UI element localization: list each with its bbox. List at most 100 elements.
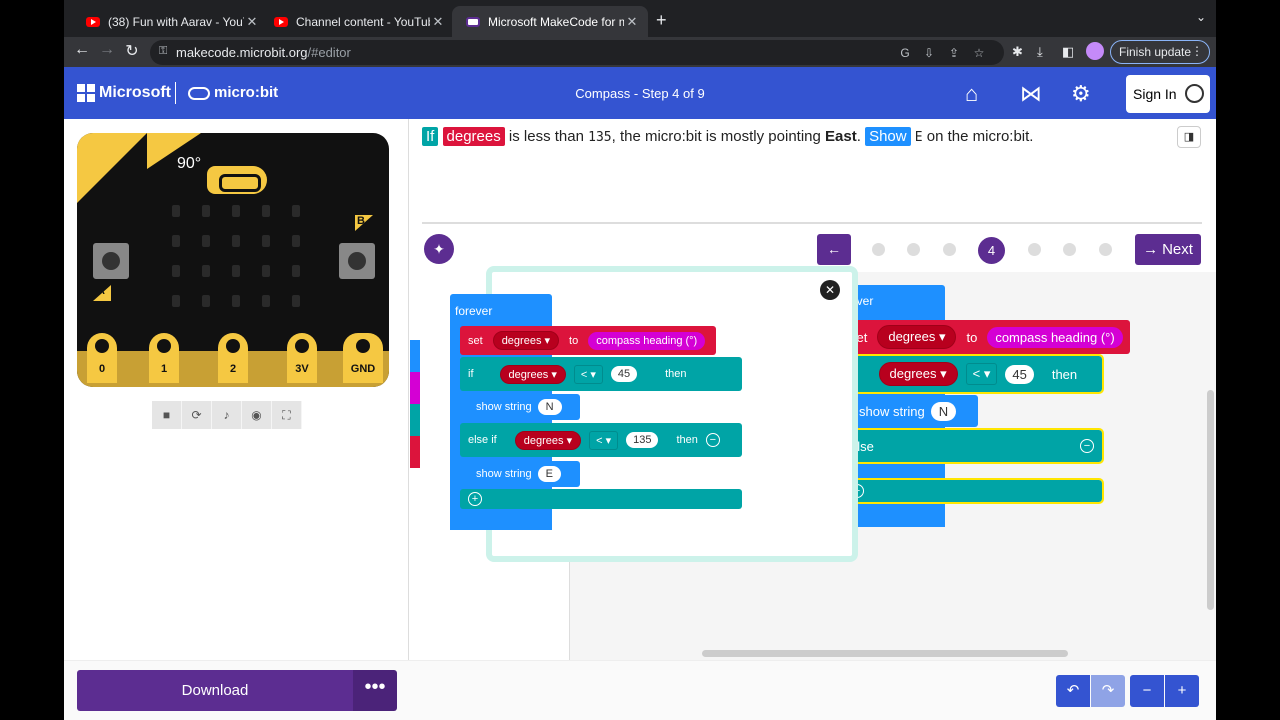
board-corner — [77, 133, 147, 203]
redo-icon[interactable]: ↷ — [1091, 675, 1125, 707]
step-dot[interactable] — [943, 243, 956, 256]
touch-logo[interactable] — [207, 166, 267, 194]
vertical-scrollbar[interactable] — [1207, 390, 1214, 610]
sign-in-button[interactable]: Sign In — [1126, 75, 1210, 113]
pin-2[interactable]: 2 — [218, 333, 248, 383]
hint-if-block: if degrees ▾ < ▾ 45 then — [460, 357, 742, 391]
downloads-icon[interactable]: ⤓ — [1037, 44, 1043, 60]
next-step-button[interactable]: → Next — [1135, 234, 1201, 265]
bookmark-star-icon[interactable]: ☆ — [972, 46, 986, 60]
forever-label: forever — [455, 304, 493, 318]
tutorial-title: Compass - Step 4 of 9 — [64, 86, 1216, 101]
settings-gear-icon[interactable]: ⚙ — [1071, 81, 1091, 107]
microbit-simulator-board[interactable]: 90° A B 0 1 2 3V GND — [77, 133, 389, 387]
share-icon[interactable]: ⇪ — [947, 46, 961, 60]
google-lens-icon[interactable]: G — [898, 46, 912, 60]
instruction-value: 135 — [588, 130, 612, 145]
set-variable-block[interactable]: set degrees ▾ to compass heading (°) — [842, 320, 1130, 354]
set-label: set — [468, 334, 483, 347]
pin-0[interactable]: 0 — [87, 333, 117, 383]
if-label: if — [468, 368, 474, 380]
variable-dropdown[interactable]: degrees ▾ — [877, 325, 957, 349]
tab-title: Channel content - YouTube Studio — [296, 14, 430, 29]
step-dot[interactable] — [1063, 243, 1076, 256]
remove-else-icon[interactable]: − — [1080, 439, 1094, 453]
mute-icon[interactable]: ♪ — [212, 401, 242, 429]
then-label: then — [665, 368, 687, 380]
title-separator: - — [633, 86, 639, 101]
back-icon[interactable]: ← — [72, 41, 92, 59]
hint-lightbulb-icon[interactable]: ✦ — [424, 234, 454, 264]
else-section[interactable]: else − — [840, 428, 1104, 464]
add-else-icon: + — [468, 492, 482, 506]
immersive-reader-icon[interactable]: ◨ — [1177, 126, 1201, 148]
new-tab-button[interactable]: + — [656, 10, 667, 31]
instruction-letter: E — [914, 130, 923, 145]
next-label: Next — [1162, 241, 1193, 258]
site-info-icon[interactable]: ⚿ — [159, 45, 167, 58]
stop-icon[interactable]: ■ — [152, 401, 182, 429]
if-block-footer: + — [840, 478, 1104, 504]
undo-icon[interactable]: ↶ — [1056, 675, 1090, 707]
show-string-block[interactable]: show string N — [853, 395, 978, 427]
remove-else-if-icon: − — [705, 433, 720, 447]
variable-dropdown[interactable]: degrees ▾ — [878, 362, 958, 386]
hint-if-footer: + — [460, 489, 742, 509]
reload-icon[interactable]: ↻ — [122, 41, 142, 61]
tab-search-icon[interactable]: ⌄ — [1196, 10, 1206, 24]
fullscreen-icon[interactable]: ⛶ — [272, 401, 302, 429]
extensions-icon[interactable]: ✱ — [1012, 44, 1023, 60]
toolbox-category-basic[interactable] — [410, 340, 420, 372]
toolbox-category-input[interactable] — [410, 372, 420, 404]
comparison-operator[interactable]: < ▾ — [965, 363, 998, 385]
instruction-direction: East — [825, 128, 857, 145]
close-tab-icon[interactable]: ✕ — [430, 14, 446, 30]
hint-show-string-block: show string E — [470, 461, 580, 487]
horizontal-scrollbar[interactable] — [702, 650, 1068, 657]
variable-tag: degrees — [442, 127, 505, 146]
download-button[interactable]: Download — [77, 670, 353, 711]
side-panel-icon[interactable]: ◧ — [1062, 44, 1074, 60]
if-else-block[interactable]: if degrees ▾ < ▾ 45 then — [840, 354, 1104, 394]
compass-heading-block[interactable]: compass heading (°) — [987, 326, 1123, 348]
browser-tab-makecode[interactable]: Microsoft MakeCode for micro:bit ✕ — [452, 6, 648, 37]
next-arrow-icon: → — [1143, 241, 1159, 258]
string-input[interactable]: N — [930, 401, 957, 421]
button-a[interactable] — [93, 243, 129, 279]
close-hint-icon[interactable]: ✕ — [820, 280, 840, 300]
close-tab-icon[interactable]: ✕ — [244, 14, 260, 30]
step-dot[interactable] — [1099, 243, 1112, 256]
previous-step-button[interactable]: ← — [817, 234, 851, 265]
current-step-indicator[interactable]: 4 — [978, 237, 1005, 264]
pin-1[interactable]: 1 — [149, 333, 179, 383]
chrome-menu-icon: ⋮ — [1191, 44, 1203, 58]
address-bar[interactable]: ⚿ makecode.microbit.org/#editor G ⇩ ⇪ ☆ — [150, 40, 1004, 65]
screenshot-icon[interactable]: ◉ — [242, 401, 272, 429]
toolbox-category-variables[interactable] — [410, 436, 420, 468]
finish-update-button[interactable]: Finish update ⋮ — [1110, 40, 1210, 64]
install-app-icon[interactable]: ⇩ — [922, 46, 936, 60]
show-string-label: show string — [476, 468, 532, 480]
makecode-icon — [466, 16, 480, 27]
restart-icon[interactable]: ⟳ — [182, 401, 212, 429]
share-icon[interactable]: ⋈ — [1020, 81, 1042, 107]
makecode-header: Microsoft micro:bit Compass - Step 4 of … — [64, 67, 1216, 119]
tutorial-step-text: Step 4 of 9 — [641, 86, 705, 101]
step-dot[interactable] — [907, 243, 920, 256]
download-more-button[interactable]: ••• — [353, 670, 397, 711]
step-dot[interactable] — [872, 243, 885, 256]
if-block-tag: If — [422, 127, 439, 146]
step-dot[interactable] — [1028, 243, 1041, 256]
number-input[interactable]: 45 — [1005, 364, 1034, 384]
toolbox-category-logic[interactable] — [410, 404, 420, 436]
forward-icon[interactable]: → — [97, 41, 117, 59]
zoom-out-icon[interactable]: − — [1130, 675, 1164, 707]
browser-tab-studio[interactable]: Channel content - YouTube Studio ✕ — [260, 6, 454, 37]
url-host: makecode.microbit.org — [176, 45, 308, 60]
zoom-in-icon[interactable]: + — [1165, 675, 1199, 707]
home-icon[interactable]: ⌂ — [965, 81, 978, 107]
profile-avatar[interactable] — [1086, 42, 1104, 60]
button-b[interactable] — [339, 243, 375, 279]
close-tab-icon[interactable]: ✕ — [624, 14, 640, 30]
browser-tab-youtube[interactable]: (38) Fun with Aarav - YouTube ✕ — [72, 6, 268, 37]
